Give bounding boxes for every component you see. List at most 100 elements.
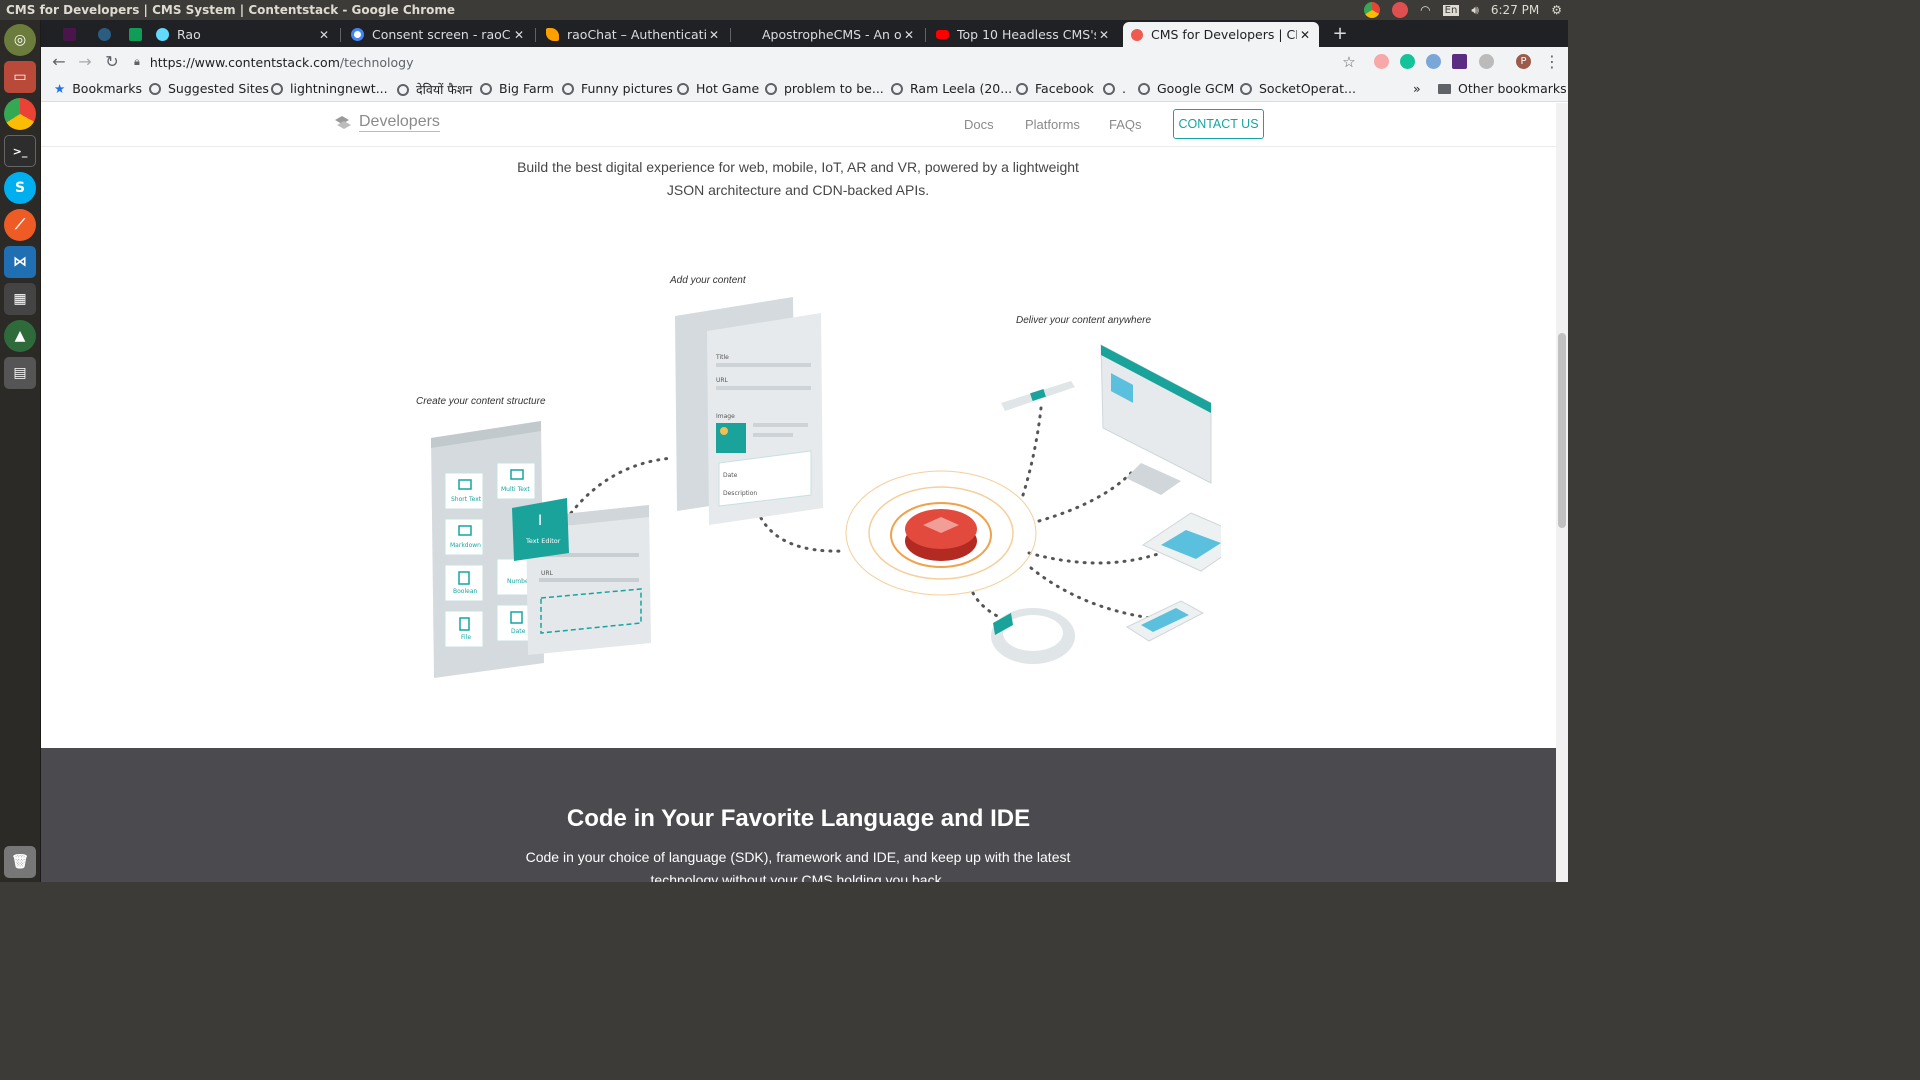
svg-text:URL: URL (541, 570, 554, 577)
reload-button[interactable]: ↻ (100, 50, 124, 74)
close-tab-icon[interactable]: ✕ (1297, 28, 1313, 42)
close-tab-icon[interactable]: ✕ (316, 28, 332, 42)
bookmark-icon (1103, 82, 1115, 95)
close-tab-icon[interactable]: ✕ (901, 28, 917, 42)
grammarly-icon[interactable] (1400, 54, 1415, 69)
close-tab-icon[interactable]: ✕ (1096, 28, 1112, 42)
workspace-switcher-icon[interactable]: ▤ (4, 357, 36, 389)
tab-divider (535, 28, 536, 42)
tab-divider (340, 28, 341, 42)
address-bar[interactable]: 🔒︎ https://www.contentstack.com/technolo… (134, 48, 1364, 76)
nav-faqs[interactable]: FAQs (1109, 117, 1142, 132)
bookmark-item[interactable]: Suggested Sites (149, 81, 269, 96)
bookmark-item[interactable]: lightningnewt... (271, 81, 388, 96)
chrome-menu-icon[interactable]: ⋮ (1540, 50, 1564, 74)
field-multi-text: Multi Text (501, 486, 530, 493)
page-viewport: Developers Docs Platforms FAQs CONTACT U… (41, 103, 1556, 882)
ide-section-text: Code in your choice of language (SDK), f… (525, 849, 1071, 882)
bookmark-icon (397, 83, 409, 96)
slack-icon (63, 28, 76, 41)
bookmark-icon (480, 82, 492, 95)
tab-cms-for-developers[interactable]: CMS for Developers | CMS ✕ (1123, 22, 1319, 47)
ubuntu-dash-icon[interactable]: ◎ (4, 24, 36, 56)
bookmark-star-icon[interactable]: ☆ (1337, 50, 1361, 74)
tab-consent-screen[interactable]: Consent screen - raoChat ✕ (343, 22, 533, 47)
tab-raochat-auth[interactable]: raoChat – Authentication ✕ (538, 22, 728, 47)
contentstack-logo-icon (335, 115, 351, 129)
close-tab-icon[interactable]: ✕ (706, 28, 722, 42)
tab-divider (925, 28, 926, 42)
illustration-graphic: Short Text Multi Text Markdown Boolean N… (431, 297, 1221, 678)
tab-headless-cms-video[interactable]: Top 10 Headless CMS's Yo ✕ (928, 22, 1118, 47)
extension-icon[interactable] (1374, 54, 1389, 69)
scrollbar-thumb[interactable] (1558, 333, 1566, 528)
bookmark-item[interactable]: . (1103, 81, 1126, 96)
tab-pinned-sheets[interactable] (121, 22, 149, 47)
nav-docs[interactable]: Docs (964, 117, 994, 132)
bookmark-icon (1240, 82, 1252, 95)
bookmark-icon (562, 82, 574, 95)
settings-gear-icon[interactable]: ⚙ (1551, 3, 1562, 17)
wifi-icon[interactable]: ◠ (1420, 3, 1430, 17)
bookmark-item[interactable]: Facebook (1016, 81, 1094, 96)
bookmarks-overflow-button[interactable]: » (1413, 81, 1421, 96)
bookmark-item[interactable]: Hot Game (677, 81, 759, 96)
bookmark-icon (271, 82, 283, 95)
tab-apostrophecms[interactable]: ApostropheCMS - An oper ✕ (733, 22, 923, 47)
avatar[interactable]: P (1516, 54, 1531, 69)
folder-icon (1438, 83, 1451, 94)
cms-workflow-illustration: Create your content structure Add your c… (381, 263, 1221, 683)
cloud-extension-icon[interactable] (1479, 54, 1494, 69)
vscode-icon[interactable]: ⋈ (4, 246, 36, 278)
bookmark-item[interactable]: देवियों फैशन (397, 81, 472, 98)
keyboard-language[interactable]: En (1442, 4, 1460, 16)
apostrophe-icon (741, 28, 754, 41)
terminal-icon[interactable]: >_ (4, 135, 36, 167)
bookmark-item[interactable]: Big Farm (480, 81, 554, 96)
android-icon[interactable]: ▲ (4, 320, 36, 352)
no-entry-icon[interactable] (1392, 2, 1409, 18)
new-tab-button[interactable]: + (1328, 22, 1352, 46)
bookmark-item[interactable]: problem to be... (765, 81, 884, 96)
url-domain: https://www.contentstack.com (149, 54, 340, 70)
volume-icon[interactable]: 🔊︎ (1471, 3, 1479, 18)
tab-rao[interactable]: Rao ✕ (148, 22, 338, 47)
trash-icon[interactable]: 🗑︎ (4, 846, 36, 878)
form-field-description: Description (723, 490, 757, 497)
bookmark-item[interactable]: Google GCM (1138, 81, 1234, 96)
form-field-image: Image (716, 413, 735, 420)
nav-platforms[interactable]: Platforms (1025, 117, 1080, 132)
firebase-icon (546, 28, 559, 41)
bookmark-item[interactable]: Ram Leela (20... (891, 81, 1012, 96)
tab-pinned-slack[interactable] (55, 22, 83, 47)
close-tab-icon[interactable]: ✕ (511, 28, 527, 42)
launcher: ◎ ▭ >_ S ⟋ ⋈ ▦ ▲ ▤ 🗑︎ (0, 20, 41, 882)
bookmark-item[interactable]: Funny pictures (562, 81, 673, 96)
skype-icon[interactable]: S (4, 172, 36, 204)
system-tray: ◠ En 🔊︎ 6:27 PM ⚙ (1364, 0, 1562, 20)
back-button[interactable]: ← (47, 50, 71, 74)
js-extension-icon[interactable] (1452, 54, 1467, 69)
postman-icon[interactable]: ⟋ (4, 209, 36, 241)
clock[interactable]: 6:27 PM (1491, 3, 1539, 17)
tab-pinned-react[interactable] (90, 22, 118, 47)
forward-button[interactable]: → (73, 50, 97, 74)
contact-us-button[interactable]: CONTACT US (1173, 109, 1264, 139)
text-editor-badge: Text Editor (525, 537, 561, 545)
chrome-icon[interactable] (4, 98, 36, 130)
extension-icon[interactable] (1426, 54, 1441, 69)
files-icon[interactable]: ▭ (4, 61, 36, 93)
url-path: /technology (339, 54, 414, 70)
lock-icon[interactable]: 🔒︎ (134, 55, 140, 69)
chrome-tray-icon[interactable] (1364, 2, 1381, 18)
page-scrollbar[interactable] (1556, 103, 1568, 882)
intro-paragraph: Build the best digital experience for we… (517, 159, 1079, 198)
bookmark-item[interactable]: ★ Bookmarks (54, 81, 142, 96)
form-field-url: URL (716, 377, 729, 384)
site-logo[interactable]: Developers (333, 113, 440, 132)
video-editor-icon[interactable]: ▦ (4, 283, 36, 315)
other-bookmarks[interactable]: Other bookmarks (1438, 81, 1567, 96)
google-icon (351, 28, 364, 41)
system-top-bar: CMS for Developers | CMS System | Conten… (0, 0, 1568, 20)
bookmark-item[interactable]: SocketOperat... (1240, 81, 1356, 96)
